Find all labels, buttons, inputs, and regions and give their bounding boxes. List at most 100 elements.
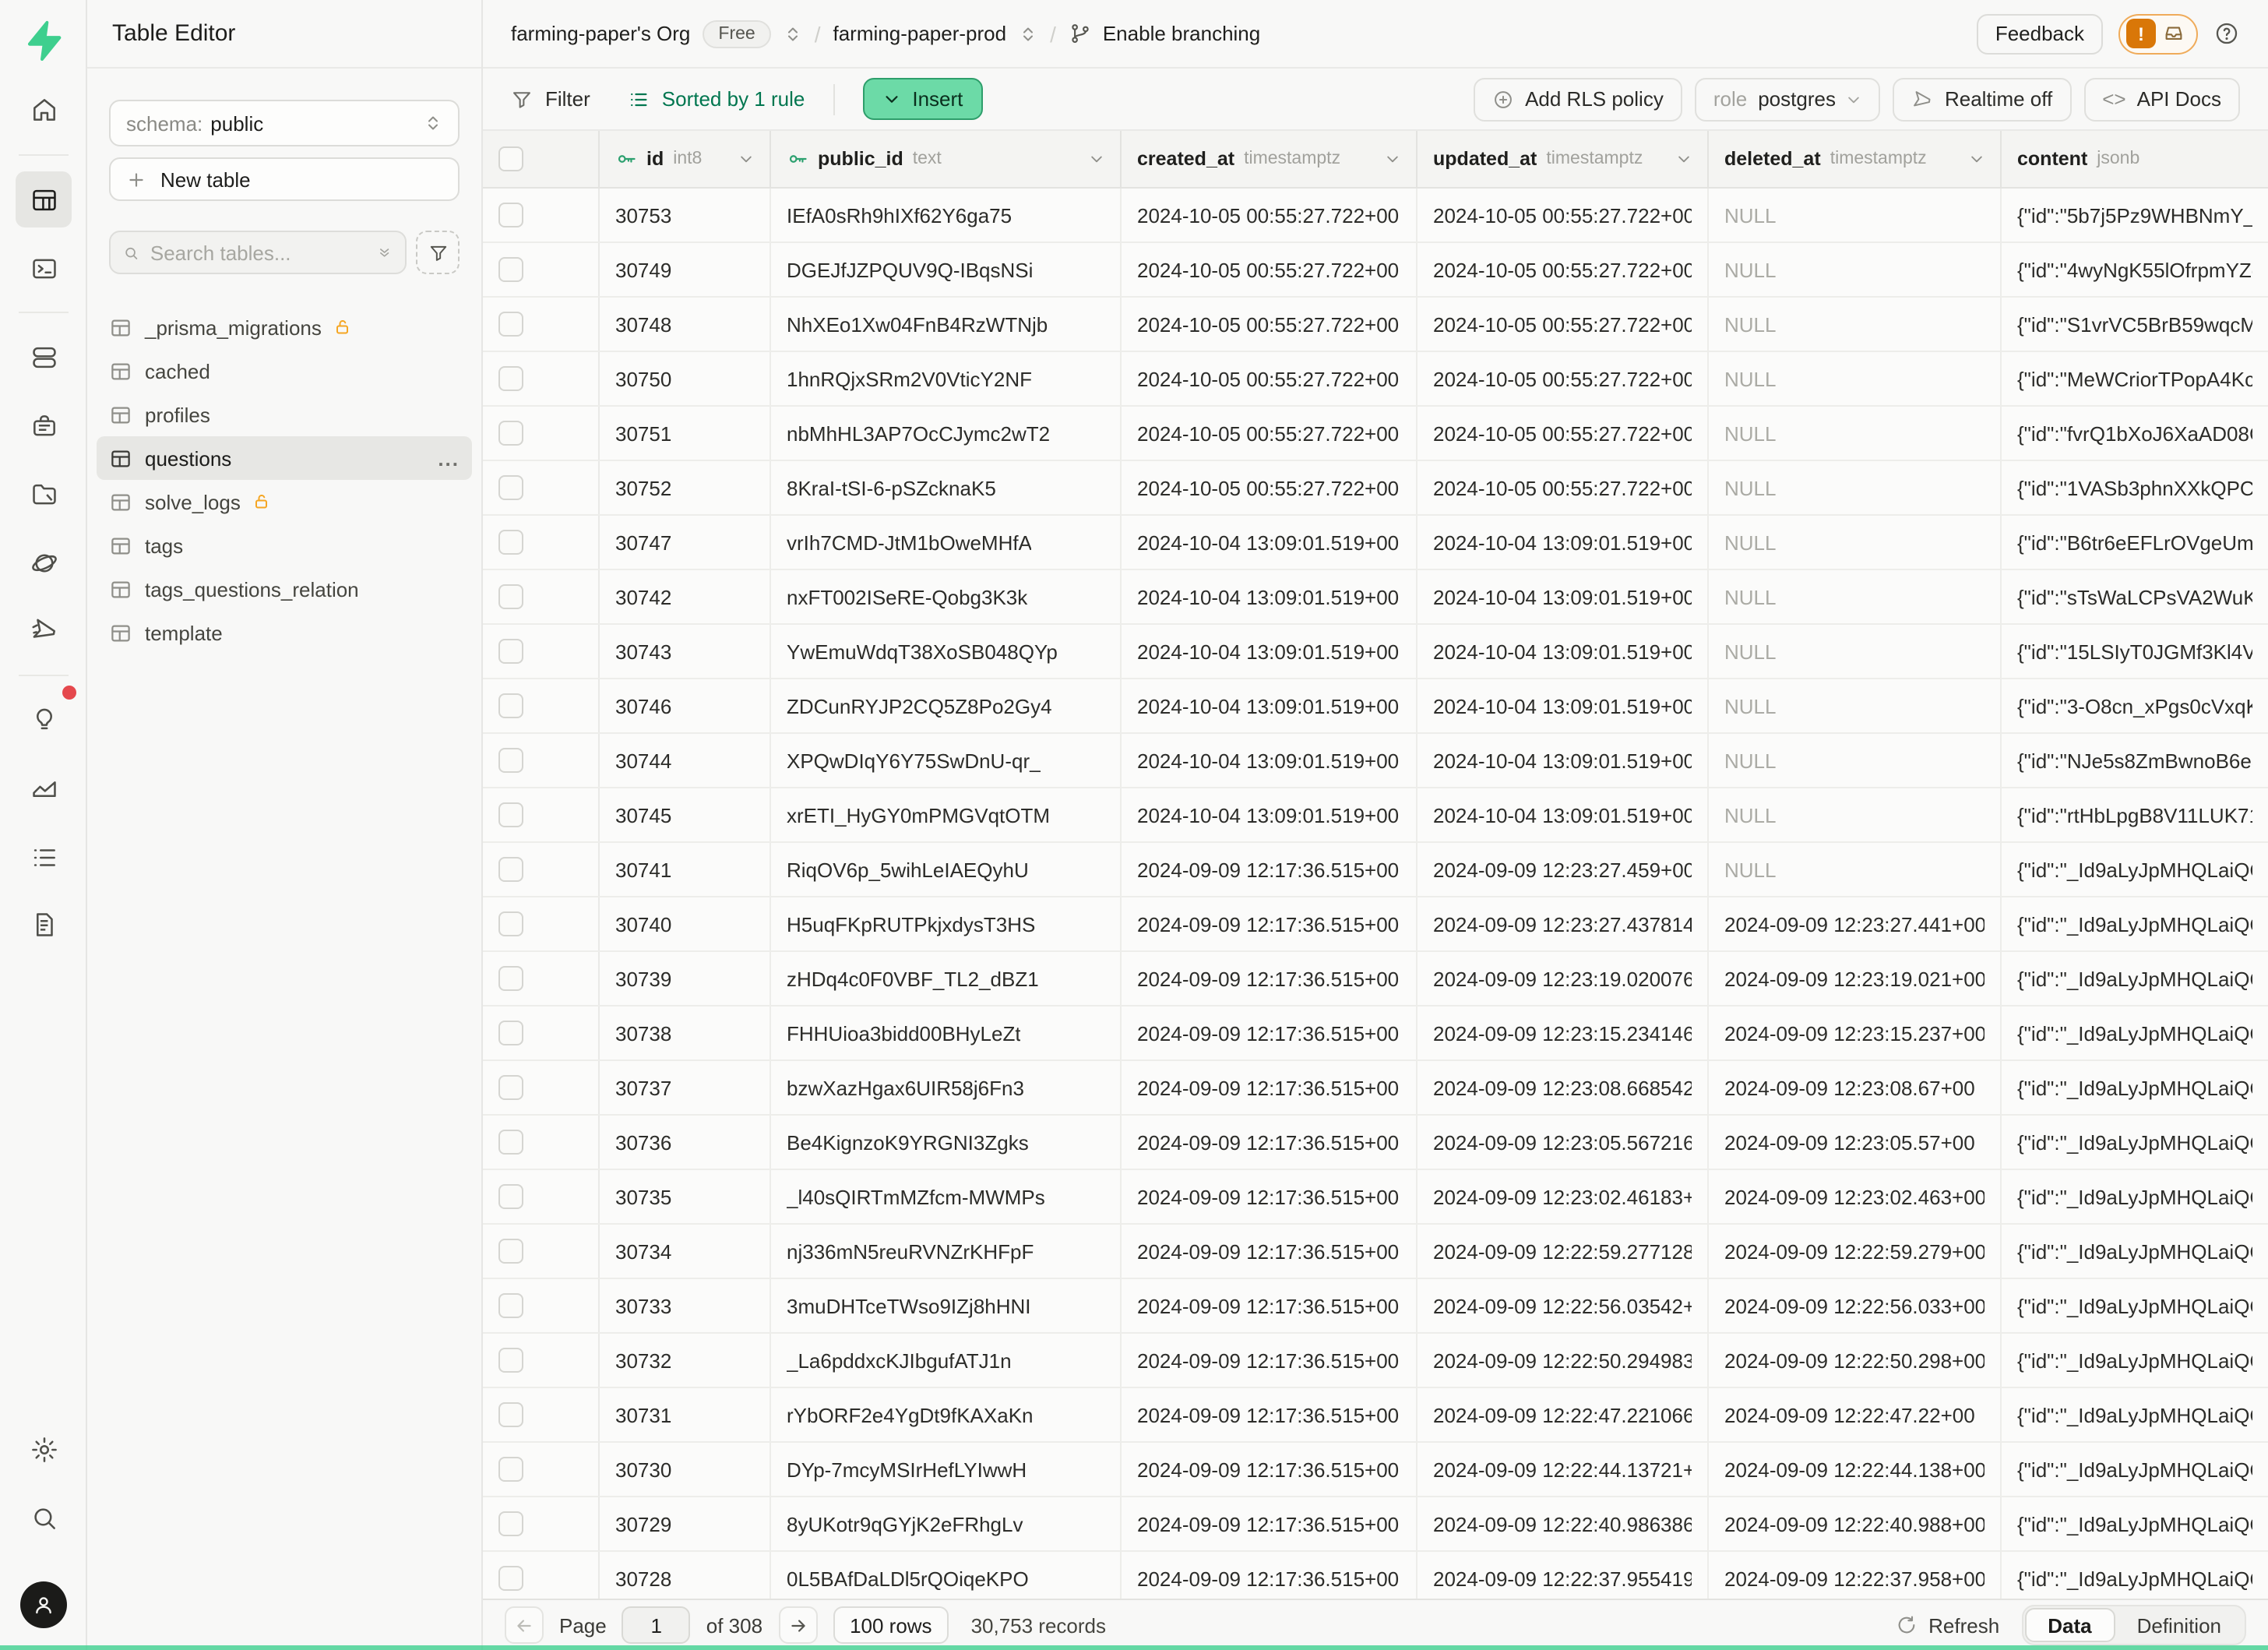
cell-created_at[interactable]: 2024-09-09 12:17:36.515+00 bbox=[1122, 843, 1418, 896]
cell-public_id[interactable]: 0L5BAfDaLDl5rQOiqeKPO bbox=[771, 1552, 1122, 1599]
api-docs-button[interactable]: <> API Docs bbox=[2083, 77, 2240, 121]
row-checkbox[interactable] bbox=[498, 639, 523, 664]
cell-public_id[interactable]: NhXEo1Xw04FnB4RzWTNjb bbox=[771, 298, 1122, 351]
cell-id[interactable]: 30738 bbox=[600, 1007, 771, 1059]
cell-id[interactable]: 30736 bbox=[600, 1116, 771, 1169]
table-row[interactable]: 30730DYp-7mcyMSIrHefLYIwwH2024-09-09 12:… bbox=[483, 1443, 2268, 1497]
table-row[interactable]: 30734nj336mN5reuRVNZrKHFpF2024-09-09 12:… bbox=[483, 1225, 2268, 1279]
project-name[interactable]: farming-paper-prod bbox=[833, 22, 1007, 45]
cell-content[interactable]: {"id":"_Id9aLyJpMHQLaiQC bbox=[2002, 843, 2268, 896]
cell-content[interactable]: {"id":"_Id9aLyJpMHQLaiQC bbox=[2002, 952, 2268, 1005]
sidebar-table-template[interactable]: template bbox=[97, 611, 472, 654]
cell-public_id[interactable]: 3muDHTceTWso9IZj8hHNI bbox=[771, 1279, 1122, 1332]
sidebar-table-tags[interactable]: tags bbox=[97, 524, 472, 567]
cell-updated_at[interactable]: 2024-10-04 13:09:01.519+00 bbox=[1418, 734, 1709, 787]
enable-branching-button[interactable]: Enable branching bbox=[1069, 22, 1260, 45]
cell-public_id[interactable]: YwEmuWdqT38XoSB048QYp bbox=[771, 625, 1122, 678]
table-row[interactable]: 30743YwEmuWdqT38XoSB048QYp2024-10-04 13:… bbox=[483, 625, 2268, 679]
cell-deleted_at[interactable]: 2024-09-09 12:22:37.958+00 bbox=[1709, 1552, 2002, 1599]
cell-deleted_at[interactable]: NULL bbox=[1709, 570, 2002, 623]
cell-content[interactable]: {"id":"1VASb3phnXXkQPCpv bbox=[2002, 461, 2268, 514]
cell-id[interactable]: 30730 bbox=[600, 1443, 771, 1496]
cell-deleted_at[interactable]: 2024-09-09 12:22:47.22+00 bbox=[1709, 1388, 2002, 1441]
cell-id[interactable]: 30742 bbox=[600, 570, 771, 623]
column-menu-chevron-icon[interactable] bbox=[738, 151, 754, 167]
org-name[interactable]: farming-paper's Org bbox=[511, 22, 690, 45]
supabase-logo[interactable] bbox=[22, 19, 65, 62]
row-checkbox[interactable] bbox=[498, 1348, 523, 1373]
cell-deleted_at[interactable]: 2024-09-09 12:22:56.033+00 bbox=[1709, 1279, 2002, 1332]
cell-deleted_at[interactable]: NULL bbox=[1709, 843, 2002, 896]
row-checkbox[interactable] bbox=[498, 1402, 523, 1427]
row-checkbox[interactable] bbox=[498, 1457, 523, 1482]
column-header-content[interactable]: content jsonb bbox=[2002, 131, 2268, 187]
row-checkbox[interactable] bbox=[498, 421, 523, 446]
table-row[interactable]: 30748NhXEo1Xw04FnB4RzWTNjb2024-10-05 00:… bbox=[483, 298, 2268, 352]
cell-created_at[interactable]: 2024-10-05 00:55:27.722+00 bbox=[1122, 243, 1418, 296]
row-checkbox[interactable] bbox=[498, 257, 523, 282]
cell-deleted_at[interactable]: 2024-09-09 12:23:19.021+00 bbox=[1709, 952, 2002, 1005]
cell-deleted_at[interactable]: NULL bbox=[1709, 461, 2002, 514]
table-filter-button[interactable] bbox=[416, 231, 460, 274]
sidebar-table-_prisma_migrations[interactable]: _prisma_migrations bbox=[97, 305, 472, 349]
cell-deleted_at[interactable]: NULL bbox=[1709, 407, 2002, 460]
cell-created_at[interactable]: 2024-10-04 13:09:01.519+00 bbox=[1122, 570, 1418, 623]
rows-per-page-button[interactable]: 100 rows bbox=[833, 1606, 949, 1644]
column-menu-chevron-icon[interactable] bbox=[1385, 151, 1400, 167]
cell-public_id[interactable]: Be4KignzoK9YRGNI3Zgks bbox=[771, 1116, 1122, 1169]
cell-created_at[interactable]: 2024-09-09 12:17:36.515+00 bbox=[1122, 1225, 1418, 1278]
page-number-input[interactable] bbox=[622, 1606, 691, 1644]
cell-id[interactable]: 30731 bbox=[600, 1388, 771, 1441]
sidebar-table-profiles[interactable]: profiles bbox=[97, 393, 472, 436]
cell-created_at[interactable]: 2024-10-04 13:09:01.519+00 bbox=[1122, 734, 1418, 787]
cell-id[interactable]: 30741 bbox=[600, 843, 771, 896]
cell-content[interactable]: {"id":"S1vrVC5BrB59wqcM4 bbox=[2002, 298, 2268, 351]
cell-content[interactable]: {"id":"rtHbLpgB8V11LUK7152 bbox=[2002, 788, 2268, 841]
cell-created_at[interactable]: 2024-09-09 12:17:36.515+00 bbox=[1122, 1279, 1418, 1332]
row-checkbox[interactable] bbox=[498, 911, 523, 936]
cell-public_id[interactable]: rYbORF2e4YgDt9fKAXaKn bbox=[771, 1388, 1122, 1441]
next-page-button[interactable] bbox=[778, 1606, 817, 1644]
search-tables-field[interactable] bbox=[150, 241, 367, 264]
cell-created_at[interactable]: 2024-10-04 13:09:01.519+00 bbox=[1122, 625, 1418, 678]
cell-created_at[interactable]: 2024-09-09 12:17:36.515+00 bbox=[1122, 1388, 1418, 1441]
table-row[interactable]: 30736Be4KignzoK9YRGNI3Zgks 2024-09-09 12:… bbox=[483, 1116, 2268, 1170]
cell-updated_at[interactable]: 2024-09-09 12:23:05.567216+00 bbox=[1418, 1116, 1709, 1169]
cell-updated_at[interactable]: 2024-09-09 12:22:47.221066+00 bbox=[1418, 1388, 1709, 1441]
table-row[interactable]: 30747vrIh7CMD-JtM1bOweMHfA2024-10-04 13:… bbox=[483, 516, 2268, 570]
cell-updated_at[interactable]: 2024-09-09 12:22:40.986386+00 bbox=[1418, 1497, 1709, 1550]
cell-content[interactable]: {"id":"_Id9aLyJpMHQLaiQC bbox=[2002, 1443, 2268, 1496]
cell-id[interactable]: 30729 bbox=[600, 1497, 771, 1550]
cell-updated_at[interactable]: 2024-10-05 00:55:27.722+00 bbox=[1418, 243, 1709, 296]
row-checkbox[interactable] bbox=[498, 1293, 523, 1318]
user-avatar[interactable] bbox=[20, 1581, 67, 1628]
cell-id[interactable]: 30737 bbox=[600, 1061, 771, 1114]
cell-id[interactable]: 30745 bbox=[600, 788, 771, 841]
cell-updated_at[interactable]: 2024-10-05 00:55:27.722+00 bbox=[1418, 298, 1709, 351]
cell-public_id[interactable]: XPQwDIqY6Y75SwDnU-qr_ bbox=[771, 734, 1122, 787]
cell-id[interactable]: 30739 bbox=[600, 952, 771, 1005]
cell-public_id[interactable]: IEfA0sRh9hIXf62Y6ga75 bbox=[771, 189, 1122, 242]
row-checkbox[interactable] bbox=[498, 1130, 523, 1155]
cell-created_at[interactable]: 2024-10-05 00:55:27.722+00 bbox=[1122, 298, 1418, 351]
row-checkbox[interactable] bbox=[498, 693, 523, 718]
cell-public_id[interactable]: bzwXazHgax6UIR58j6Fn3 bbox=[771, 1061, 1122, 1114]
cell-created_at[interactable]: 2024-09-09 12:17:36.515+00 bbox=[1122, 952, 1418, 1005]
cell-updated_at[interactable]: 2024-09-09 12:22:37.955419+00 bbox=[1418, 1552, 1709, 1599]
schema-select[interactable]: schema: public bbox=[109, 100, 460, 146]
table-row[interactable]: 30753IEfA0sRh9hIXf62Y6ga752024-10-05 00:… bbox=[483, 189, 2268, 243]
rail-advisors[interactable] bbox=[16, 690, 72, 746]
cell-public_id[interactable]: nxFT002ISeRE-Qobg3K3k bbox=[771, 570, 1122, 623]
cell-deleted_at[interactable]: 2024-09-09 12:23:02.463+00 bbox=[1709, 1170, 2002, 1223]
cell-updated_at[interactable]: 2024-10-05 00:55:27.722+00 bbox=[1418, 407, 1709, 460]
cell-id[interactable]: 30743 bbox=[600, 625, 771, 678]
table-row[interactable]: 30731rYbORF2e4YgDt9fKAXaKn2024-09-09 12:… bbox=[483, 1388, 2268, 1443]
cell-content[interactable]: {"id":"B6tr6eEFLrOVgeUmH bbox=[2002, 516, 2268, 569]
cell-content[interactable]: {"id":"15LSIyT0JGMf3Kl4Vn bbox=[2002, 625, 2268, 678]
table-row[interactable]: 30737bzwXazHgax6UIR58j6Fn32024-09-09 12:… bbox=[483, 1061, 2268, 1116]
cell-public_id[interactable]: DYp-7mcyMSIrHefLYIwwH bbox=[771, 1443, 1122, 1496]
cell-content[interactable]: {"id":"5b7j5Pz9WHBNmY_A bbox=[2002, 189, 2268, 242]
refresh-button[interactable]: Refresh bbox=[1896, 1613, 1999, 1637]
row-checkbox[interactable] bbox=[498, 857, 523, 882]
table-row[interactable]: 30746ZDCunRYJP2CQ5Z8Po2Gy42024-10-04 13:… bbox=[483, 679, 2268, 734]
